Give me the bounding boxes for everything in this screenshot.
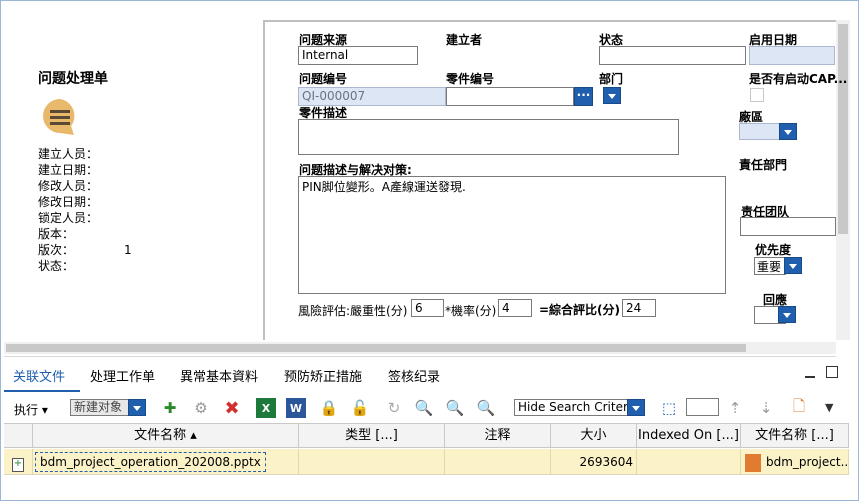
lock-icon[interactable]: 🔒 xyxy=(319,398,339,418)
unlock-icon[interactable]: 🔓 xyxy=(350,398,370,418)
part-no-label: 零件编号 xyxy=(446,72,495,86)
resp-dept-label: 責任部門 xyxy=(739,158,788,172)
creator-label: 建立者 xyxy=(446,33,483,47)
sort-asc-icon[interactable]: ⇡ xyxy=(725,398,745,418)
score-field: 24 xyxy=(622,299,656,317)
tab-basic-info[interactable]: 異常基本資料 xyxy=(180,366,258,390)
active-tab-underline xyxy=(4,390,80,392)
search-clear-icon[interactable]: 🔍 xyxy=(476,398,496,418)
row-filename-cell[interactable]: bdm_project_operation_202008.pptx xyxy=(33,449,299,475)
header-indexed-on[interactable]: Indexed On [...] xyxy=(637,424,741,448)
header-filename-2[interactable]: 文件名称 [...] xyxy=(741,424,849,448)
puzzle-icon[interactable]: ⚙ xyxy=(191,398,211,418)
meta-modified-by: 修改人员： xyxy=(38,179,99,193)
tab-related-files[interactable]: 关联文件 xyxy=(13,366,65,390)
sort-desc-icon[interactable]: ⇣ xyxy=(756,398,776,418)
part-no-lookup-button[interactable]: ··· xyxy=(574,87,593,106)
probability-field[interactable]: 4 xyxy=(498,299,532,317)
factory-field[interactable] xyxy=(739,123,781,140)
score-label: =綜合評比(分) xyxy=(539,303,621,317)
header-size[interactable]: 大小 xyxy=(551,424,637,448)
status-field[interactable] xyxy=(599,46,746,65)
meta-revision: 版次： 1 xyxy=(38,243,132,257)
header-type[interactable]: 类型 [...] xyxy=(299,424,445,448)
minimize-icon[interactable] xyxy=(805,376,815,378)
priority-field[interactable]: 重要 xyxy=(754,257,786,275)
page-title: 问题处理单 xyxy=(38,71,108,87)
priority-dropdown[interactable] xyxy=(784,257,802,274)
meta-created-by: 建立人员： xyxy=(38,147,99,161)
row-indexed-on-cell xyxy=(637,449,741,475)
search-criteria-dropdown[interactable] xyxy=(627,399,645,416)
meta-modified-date: 修改日期： xyxy=(38,195,99,209)
part-no-field[interactable] xyxy=(446,87,574,106)
problem-textarea[interactable]: PIN脚位變形。A產線運送發現. xyxy=(298,176,726,294)
risk-label: 風險評估:嚴重性(分) xyxy=(298,304,408,318)
tab-work-orders[interactable]: 处理工作单 xyxy=(90,366,155,390)
select-area-icon[interactable]: ⬚ xyxy=(659,398,679,418)
issue-no-label: 问题编号 xyxy=(299,72,348,86)
meta-version: 版本： xyxy=(38,227,75,241)
add-icon[interactable]: ✚ xyxy=(160,398,180,418)
row-file-icon[interactable]: + xyxy=(4,449,33,475)
factory-dropdown[interactable] xyxy=(779,123,797,140)
chat-bubble-icon xyxy=(40,97,80,137)
row-comment-cell xyxy=(445,449,551,475)
capa-label: 是否有启动CAP... xyxy=(749,72,848,86)
tab-signoff-records[interactable]: 签核纪录 xyxy=(388,366,440,390)
toolbar-overflow-icon[interactable]: ▼ xyxy=(825,401,833,414)
header-comment[interactable]: 注释 xyxy=(445,424,551,448)
execute-menu[interactable]: 执行 ▾ xyxy=(14,401,48,418)
dept-dropdown[interactable] xyxy=(603,87,621,104)
meta-revision-value: 1 xyxy=(124,243,132,257)
pptx-icon xyxy=(745,453,761,472)
probability-label: *機率(分) xyxy=(445,304,497,318)
search-add-icon[interactable]: 🔍 xyxy=(414,398,434,418)
header-filename[interactable]: 文件名称 ▴ xyxy=(33,424,299,448)
resp-team-field[interactable] xyxy=(740,217,836,236)
new-object-dropdown[interactable] xyxy=(128,399,146,416)
refresh-icon[interactable]: ↻ xyxy=(384,398,404,418)
meta-status: 状态： xyxy=(38,259,75,273)
part-desc-field[interactable] xyxy=(298,119,679,155)
form-vscrollbar[interactable] xyxy=(836,20,850,340)
splitter[interactable] xyxy=(4,356,836,361)
row-size-cell: 2693604 xyxy=(551,449,637,475)
enable-date-field[interactable] xyxy=(749,46,835,65)
reply-dropdown[interactable] xyxy=(778,306,796,323)
search-remove-icon[interactable]: 🔍 xyxy=(445,398,465,418)
meta-list: 建立人员： 建立日期： 修改人员： 修改日期： 锁定人员： 版本： 版次： 1 状… xyxy=(38,146,132,274)
search-criteria-select[interactable]: Hide Search Criteria xyxy=(514,399,628,416)
dept-label: 部门 xyxy=(599,72,624,86)
source-field[interactable]: Internal xyxy=(298,46,418,65)
row-type-cell xyxy=(299,449,445,475)
tab-preventive-actions[interactable]: 预防矫正措施 xyxy=(284,366,362,390)
excel-icon[interactable]: X xyxy=(256,398,276,418)
maximize-icon[interactable] xyxy=(826,366,838,378)
capa-checkbox[interactable] xyxy=(750,88,764,102)
meta-locked-by: 锁定人员： xyxy=(38,211,99,225)
severity-field[interactable]: 6 xyxy=(411,299,444,317)
row-filename2-cell[interactable]: bdm_project... xyxy=(741,449,849,475)
header-select-column xyxy=(4,424,33,448)
meta-created-date: 建立日期： xyxy=(38,163,99,177)
form-hscrollbar[interactable] xyxy=(4,342,836,354)
word-icon[interactable]: W xyxy=(286,398,306,418)
page-size-field[interactable] xyxy=(686,398,719,416)
priority-label: 优先度 xyxy=(755,243,792,257)
preview-icon[interactable]: 🗋 xyxy=(789,397,809,418)
delete-icon[interactable]: ✖ xyxy=(222,398,242,419)
